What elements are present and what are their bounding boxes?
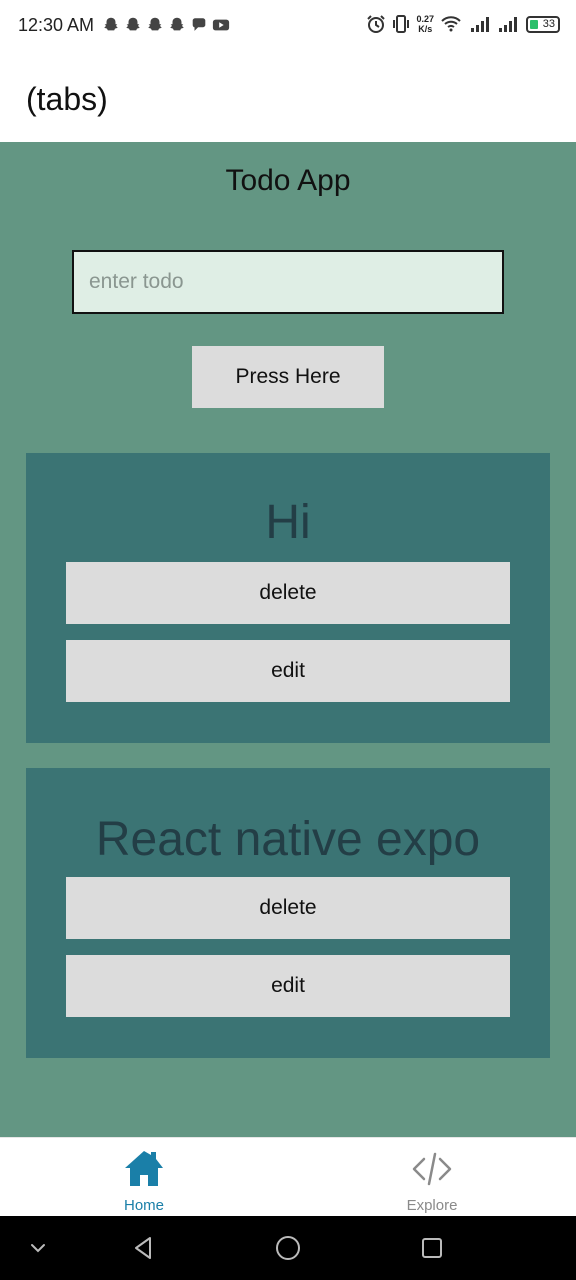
edit-button[interactable]: edit [66,955,510,1017]
main-content[interactable]: Todo App Press Here Hi delete edit React… [0,142,576,1137]
delete-button[interactable]: delete [66,877,510,939]
back-icon[interactable] [130,1234,158,1262]
todo-card: React native expo delete edit [26,768,550,1058]
network-speed: 0.27 K/s [416,14,434,34]
battery-icon: 33 [526,15,560,33]
system-navigation-bar [0,1216,576,1280]
status-bar: 12:30 AM 0.27 K/s 33 [0,0,576,52]
tab-explore[interactable]: Explore [288,1138,576,1217]
chevron-down-icon[interactable] [24,1234,52,1262]
signal-icon [471,17,489,32]
vibrate-icon [393,15,410,33]
todo-text: Hi [265,496,311,549]
code-icon [412,1152,452,1186]
bottom-tab-bar: Home Explore [0,1137,576,1216]
page-title: (tabs) [26,81,108,117]
wifi-icon [441,16,461,32]
status-time: 12:30 AM [18,15,95,35]
edit-button[interactable]: edit [66,640,510,702]
home-circle-icon[interactable] [274,1234,302,1262]
todo-input[interactable] [72,250,504,314]
todo-card: Hi delete edit [26,453,550,743]
chat-bubble-icon [192,18,206,31]
home-icon [125,1151,163,1186]
youtube-icon [212,19,230,31]
notification-icons [102,16,230,34]
battery-level: 33 [542,17,555,30]
app-header: (tabs) [0,52,576,142]
app-title: Todo App [225,164,351,197]
snapchat-icon [104,17,118,31]
snapchat-icon [126,17,140,31]
battery-fill [530,19,538,29]
tab-label: Home [123,1197,164,1214]
snapchat-icon [170,17,184,31]
add-todo-button[interactable]: Press Here [192,346,384,408]
alarm-icon [367,15,386,33]
todo-text: React native expo [95,813,481,866]
tab-home[interactable]: Home [0,1138,288,1217]
status-indicators: 0.27 K/s 33 [366,14,560,34]
tab-label: Explore [406,1197,458,1214]
delete-button[interactable]: delete [66,562,510,624]
signal-icon [499,17,517,32]
snapchat-icon [148,17,162,31]
recents-icon[interactable] [418,1234,446,1262]
network-speed-value: 0.27 [416,14,434,24]
network-speed-unit: K/s [418,24,433,34]
